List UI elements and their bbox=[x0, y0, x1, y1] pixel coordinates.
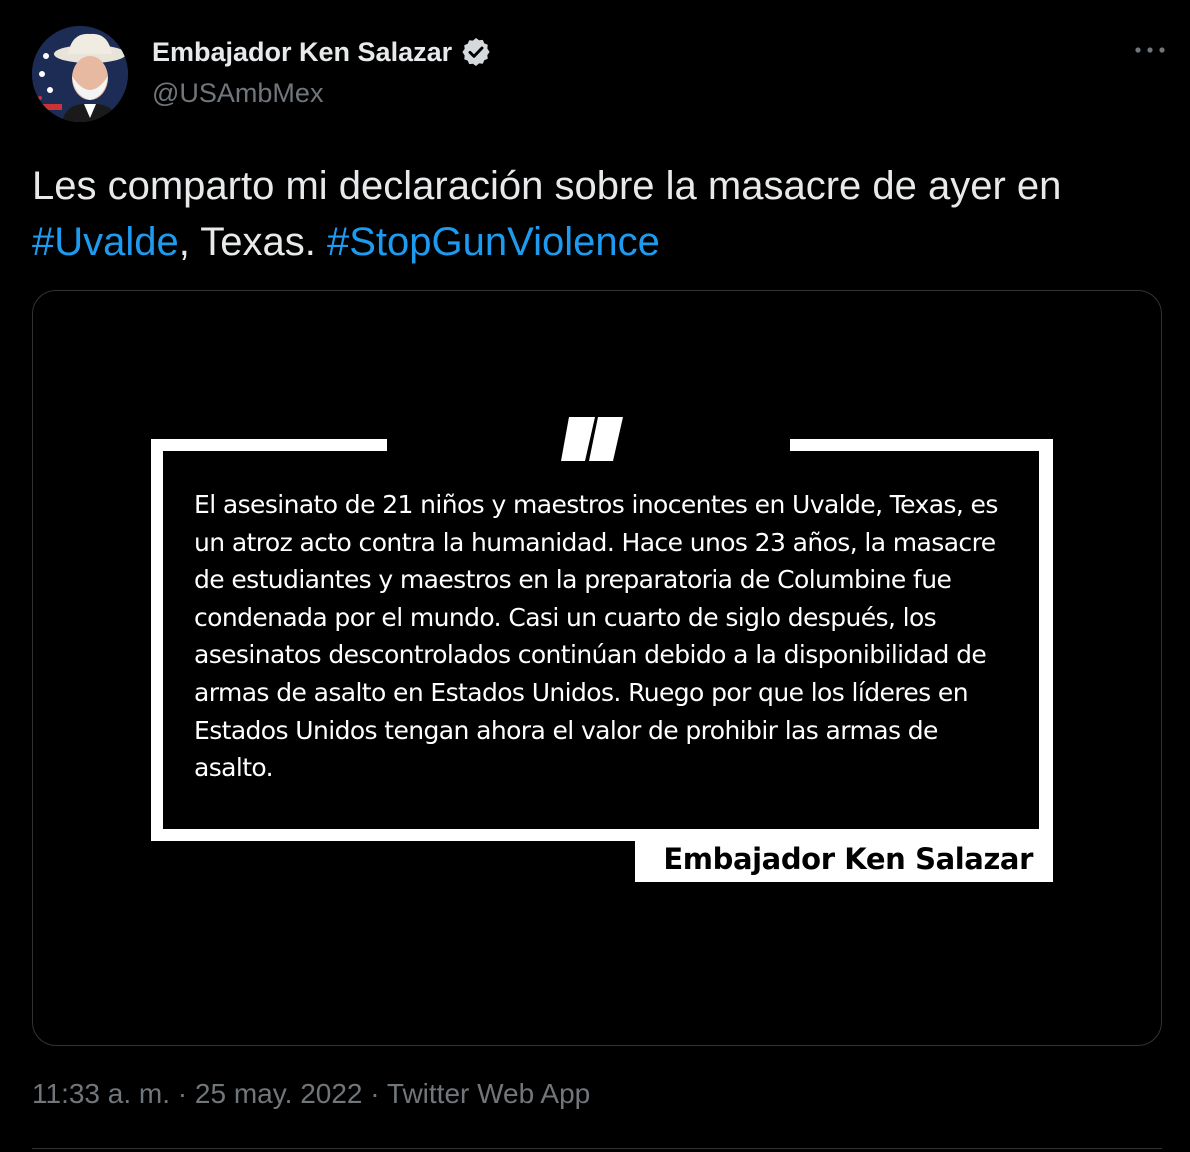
meta-separator: · bbox=[170, 1078, 195, 1109]
tweet-date[interactable]: 25 may. 2022 bbox=[195, 1078, 363, 1109]
profile-avatar[interactable] bbox=[32, 26, 128, 122]
author-name-row[interactable]: Embajador Ken Salazar bbox=[152, 36, 492, 68]
author-display-name[interactable]: Embajador Ken Salazar bbox=[152, 37, 452, 68]
hashtag-uvalde-link[interactable]: #Uvalde bbox=[32, 220, 179, 264]
tweet-header: Embajador Ken Salazar @USAmbMex bbox=[32, 26, 1170, 122]
tweet-media-image[interactable]: El asesinato de 21 niños y maestros inoc… bbox=[32, 290, 1162, 1046]
quote-mark-icon bbox=[561, 417, 623, 461]
divider bbox=[32, 1148, 1162, 1149]
tweet-text-part-1: Les comparto mi declaración sobre la mas… bbox=[32, 164, 1062, 208]
tweet-source[interactable]: Twitter Web App bbox=[387, 1078, 590, 1109]
meta-separator-2: · bbox=[362, 1078, 387, 1109]
tweet-text-part-2: , Texas. bbox=[178, 220, 327, 264]
more-options-icon[interactable] bbox=[1130, 38, 1170, 62]
statement-signature: Embajador Ken Salazar bbox=[635, 836, 1053, 882]
tweet-metadata: 11:33 a. m. · 25 may. 2022 · Twitter Web… bbox=[32, 1078, 590, 1110]
author-handle[interactable]: @USAmbMex bbox=[152, 78, 323, 109]
tweet-text: Les comparto mi declaración sobre la mas… bbox=[32, 158, 1162, 270]
tweet-time[interactable]: 11:33 a. m. bbox=[32, 1078, 170, 1109]
avatar-image bbox=[32, 26, 128, 122]
statement-text: El asesinato de 21 niños y maestros inoc… bbox=[194, 490, 998, 783]
hashtag-stopgunviolence-link[interactable]: #StopGunViolence bbox=[327, 220, 660, 264]
verified-badge-icon bbox=[460, 36, 492, 68]
